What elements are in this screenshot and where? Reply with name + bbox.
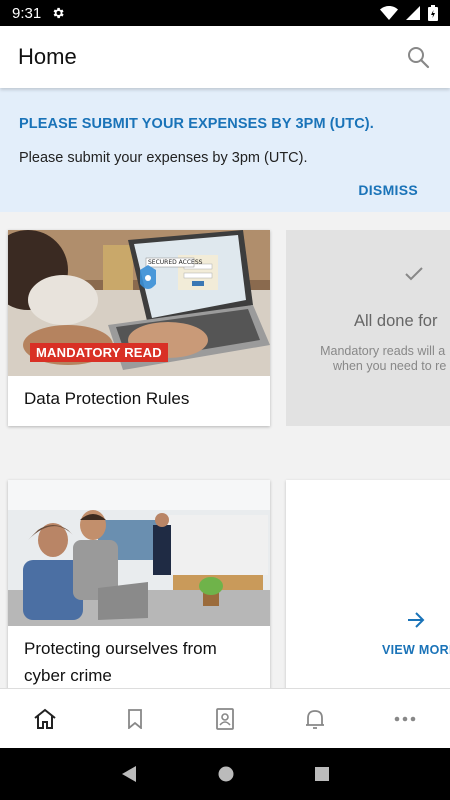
back-icon[interactable] [120, 765, 138, 783]
card-title: Data Protection Rules [24, 389, 190, 408]
view-more-link[interactable]: VIEW MORE [382, 643, 450, 657]
checkmark-icon [405, 267, 423, 281]
wifi-icon [380, 6, 398, 20]
settings-gear-icon [53, 7, 64, 19]
done-title: All done for [354, 312, 438, 330]
secured-access-text: SECURED ACCESS [148, 259, 203, 266]
page-title: Home [18, 44, 77, 69]
recents-icon[interactable] [314, 766, 330, 782]
nav-home[interactable] [25, 699, 65, 739]
dismiss-button[interactable]: DISMISS [358, 182, 418, 198]
done-text-line-1: Mandatory reads will a [320, 344, 446, 358]
banner-title: PLEASE SUBMIT YOUR EXPENSES BY 3PM (UTC)… [19, 116, 374, 132]
contacts-icon [216, 707, 234, 730]
nav-contacts[interactable] [205, 699, 245, 739]
bottom-navigation [0, 688, 450, 748]
search-icon [408, 47, 430, 69]
banner-text: Please submit your expenses by 3pm (UTC)… [19, 150, 308, 166]
home-icon [34, 708, 56, 729]
app-bar: Home [0, 26, 450, 88]
battery-icon [428, 5, 438, 21]
status-bar: 9:31 [0, 0, 450, 26]
arrow-right-icon [408, 612, 425, 628]
search-button[interactable] [404, 43, 432, 71]
card-title: Protecting ourselves from cyber crime [24, 639, 217, 685]
more-icon [394, 716, 416, 721]
nav-notifications[interactable] [295, 699, 335, 739]
signal-icon [406, 6, 420, 20]
article-card-data-protection[interactable]: SECURED ACCESS MANDATORY READ Data Prote… [8, 230, 270, 426]
nav-more[interactable] [385, 699, 425, 739]
all-done-card: All done for Mandatory reads will a when… [286, 230, 450, 426]
status-time: 9:31 [12, 4, 42, 22]
done-text-line-2: when you need to re [333, 359, 447, 373]
mandatory-read-badge: MANDATORY READ [30, 343, 168, 362]
article-card-cyber-crime[interactable]: Protecting ourselves from cyber crime [8, 480, 270, 690]
article-image [8, 480, 270, 626]
done-text: Mandatory reads will a when you need to … [319, 344, 446, 374]
bell-icon [306, 709, 324, 729]
bookmark-icon [128, 708, 142, 729]
announcement-banner: PLEASE SUBMIT YOUR EXPENSES BY 3PM (UTC)… [0, 88, 450, 212]
system-navigation-bar [0, 748, 450, 800]
home-circle-icon[interactable] [217, 765, 235, 783]
view-more-card[interactable]: VIEW MORE [286, 480, 450, 690]
nav-bookmarks[interactable] [115, 699, 155, 739]
